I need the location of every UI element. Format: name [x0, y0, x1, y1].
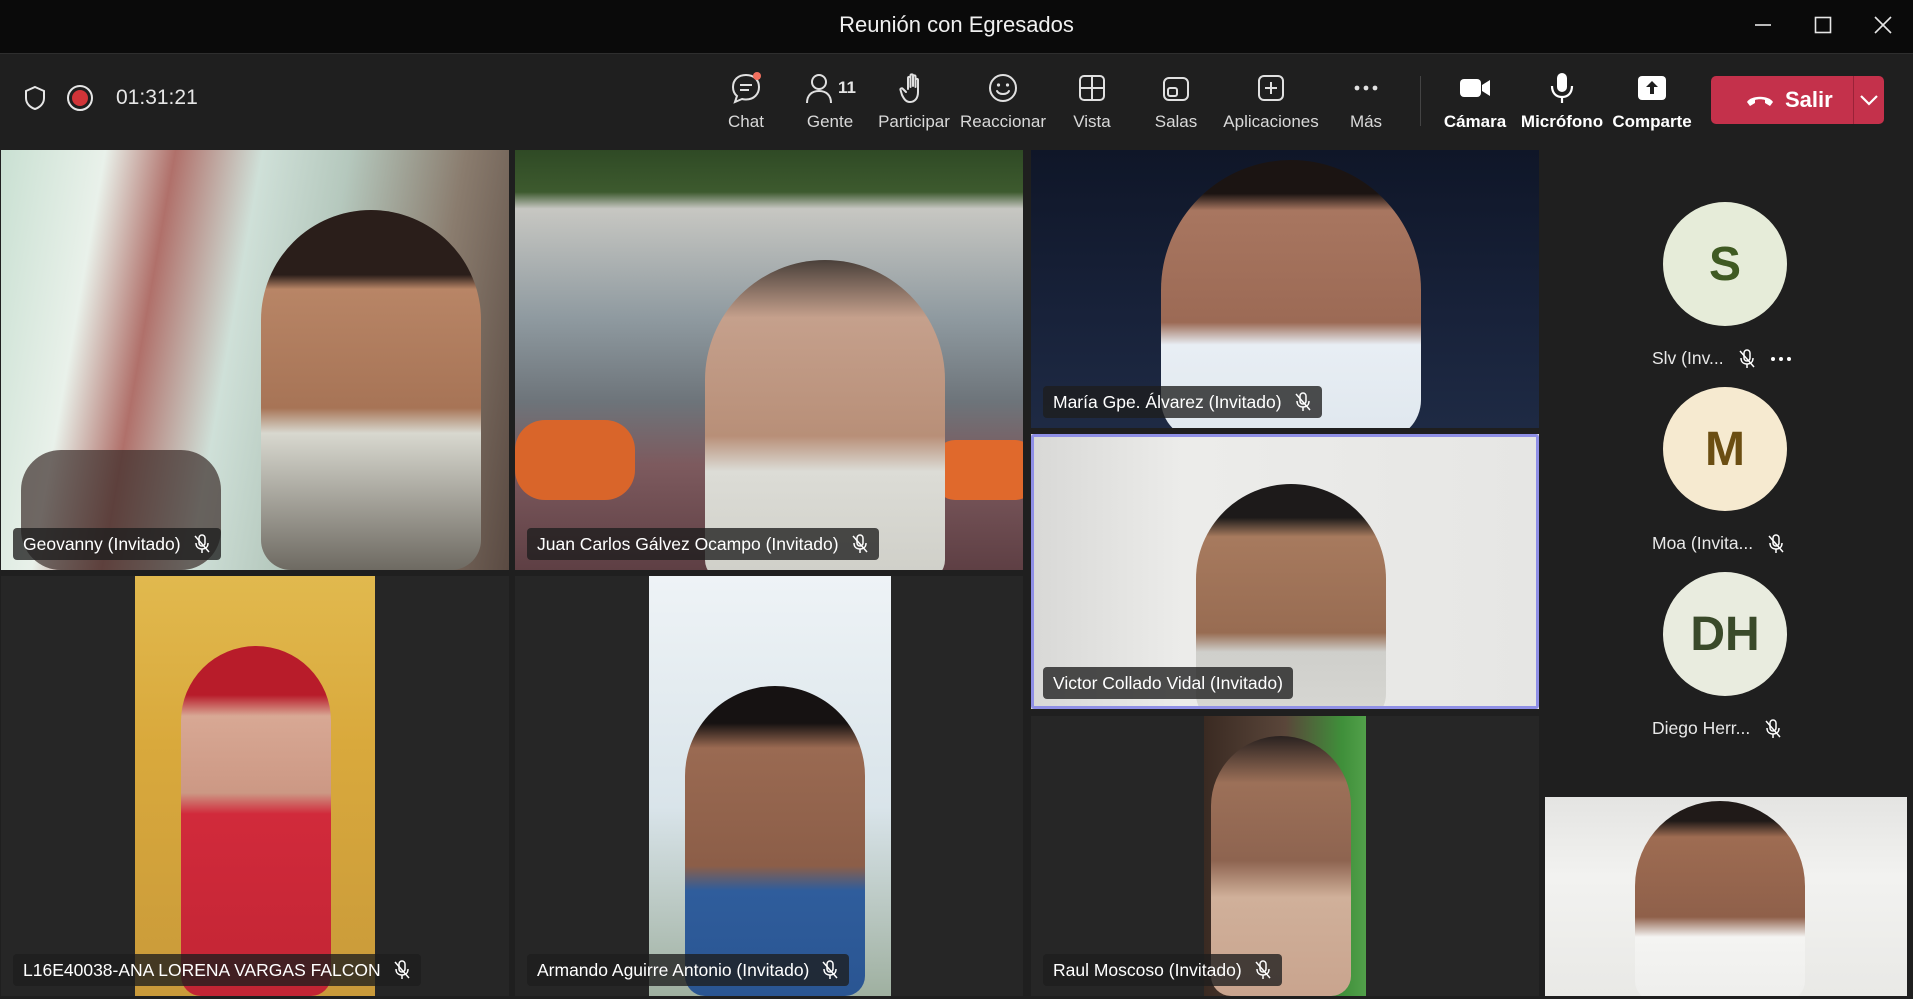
video-tile[interactable]: Armando Aguirre Antonio (Invitado): [515, 576, 1023, 996]
video-tile[interactable]: L16E40038-ANA LORENA VARGAS FALCON: [1, 576, 509, 996]
rooms-button[interactable]: Salas: [1148, 68, 1204, 138]
people-icon: [806, 74, 832, 104]
participant-nametag: Raul Moscoso (Invitado): [1043, 954, 1282, 986]
more-icon: [1354, 85, 1378, 91]
video-tile[interactable]: Raul Moscoso (Invitado): [1031, 716, 1539, 996]
leave-button-group: Salir: [1711, 76, 1884, 124]
participant-name: Raul Moscoso (Invitado): [1053, 959, 1242, 980]
meeting-toolbar: 01:31:21 Chat 11 Gente Participar Reacci…: [0, 53, 1913, 146]
mic-off-icon: [822, 960, 838, 979]
participant-video: [705, 260, 945, 570]
participant-name: Slv (Inv...: [1652, 348, 1724, 368]
participant-nametag: Victor Collado Vidal (Invitado): [1043, 667, 1293, 699]
apps-button[interactable]: Aplicaciones: [1223, 68, 1319, 138]
participant-name: Juan Carlos Gálvez Ocampo (Invitado): [537, 533, 839, 554]
hang-up-icon: [1747, 96, 1773, 106]
participant-name: Geovanny (Invitado): [23, 533, 181, 554]
participant-name: María Gpe. Álvarez (Invitado): [1053, 391, 1282, 412]
participant-name: Armando Aguirre Antonio (Invitado): [537, 959, 810, 980]
people-button[interactable]: 11 Gente: [798, 68, 862, 138]
maximize-icon: [1814, 16, 1832, 34]
participant-video: [181, 646, 331, 996]
more-button[interactable]: Más: [1341, 68, 1391, 138]
raise-hand-button[interactable]: Participar: [876, 68, 952, 138]
meeting-status: 01:31:21: [22, 84, 198, 112]
participant-video: [685, 686, 865, 996]
grid-view-icon: [1079, 75, 1105, 101]
participant-nametag: L16E40038-ANA LORENA VARGAS FALCON: [13, 954, 421, 986]
video-tile[interactable]: Geovanny (Invitado): [1, 150, 509, 570]
mic-off-icon: [1294, 392, 1311, 411]
chat-button[interactable]: Chat: [716, 68, 776, 138]
video-tile[interactable]: Juan Carlos Gálvez Ocampo (Invitado): [515, 150, 1023, 570]
react-button[interactable]: Reaccionar: [960, 68, 1046, 138]
avatar-participant[interactable]: S Slv (Inv...: [1640, 202, 1810, 369]
chat-icon: [731, 72, 761, 104]
window-title: Reunión con Egresados: [839, 12, 1074, 37]
recording-icon: [67, 85, 93, 111]
mic-off-icon: [1768, 533, 1784, 553]
add-apps-icon: [1258, 75, 1284, 101]
avatar: M: [1663, 387, 1787, 511]
microphone-icon: [1550, 73, 1574, 103]
leave-options-button[interactable]: [1854, 76, 1884, 124]
rooms-icon: [1163, 77, 1189, 101]
self-view-video[interactable]: [1545, 797, 1907, 996]
mic-off-icon: [1739, 348, 1755, 368]
camera-icon: [1460, 79, 1490, 97]
mic-off-icon: [1765, 718, 1781, 738]
share-icon: [1638, 76, 1666, 100]
raise-hand-icon: [899, 73, 919, 103]
microphone-button[interactable]: Micrófono: [1521, 68, 1603, 138]
people-count: 11: [838, 78, 856, 97]
shield-icon: [25, 85, 45, 111]
close-window-button[interactable]: [1853, 0, 1913, 50]
more-options-icon[interactable]: [1770, 354, 1792, 364]
participant-name: L16E40038-ANA LORENA VARGAS FALCON: [23, 959, 381, 980]
participant-nametag: Geovanny (Invitado): [13, 528, 221, 560]
participant-name: Diego Herr...: [1652, 718, 1751, 738]
title-bar: Reunión con Egresados: [0, 0, 1913, 53]
share-button[interactable]: Comparte: [1612, 68, 1692, 138]
avatar-participant[interactable]: M Moa (Invita...: [1640, 387, 1810, 554]
participant-name: Moa (Invita...: [1652, 533, 1754, 553]
minimize-button[interactable]: [1733, 0, 1793, 50]
video-tile[interactable]: Victor Collado Vidal (Invitado): [1031, 434, 1539, 709]
avatar: S: [1663, 202, 1787, 326]
mic-off-icon: [394, 960, 410, 979]
avatar-participant[interactable]: DH Diego Herr...: [1640, 572, 1810, 739]
video-tile[interactable]: María Gpe. Álvarez (Invitado): [1031, 150, 1539, 428]
toolbar-separator: [1420, 76, 1421, 126]
avatar: DH: [1663, 572, 1787, 696]
mic-off-icon: [1255, 960, 1271, 979]
participant-nametag: Armando Aguirre Antonio (Invitado): [527, 954, 850, 986]
mic-off-icon: [851, 534, 868, 553]
chevron-down-icon: [1860, 95, 1878, 106]
participant-nametag: María Gpe. Álvarez (Invitado): [1043, 386, 1322, 418]
participant-nametag: Juan Carlos Gálvez Ocampo (Invitado): [527, 528, 879, 560]
maximize-button[interactable]: [1793, 0, 1853, 50]
camera-button[interactable]: Cámara: [1442, 68, 1508, 138]
smiley-icon: [989, 74, 1017, 102]
minimize-icon: [1755, 24, 1771, 26]
mic-off-icon: [194, 534, 210, 553]
view-button[interactable]: Vista: [1064, 68, 1120, 138]
leave-button[interactable]: Salir: [1711, 76, 1853, 124]
meeting-timer: 01:31:21: [116, 86, 198, 109]
participant-video: [261, 210, 481, 570]
participant-name: Victor Collado Vidal (Invitado): [1053, 672, 1283, 693]
close-icon: [1874, 16, 1892, 34]
